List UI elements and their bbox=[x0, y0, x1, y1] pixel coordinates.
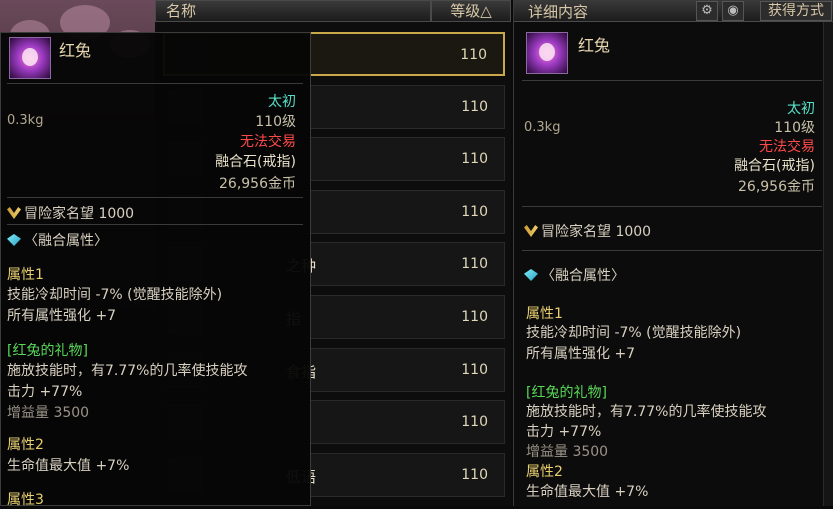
item-price: 26,956金币 bbox=[219, 176, 296, 192]
item-weight: 0.3kg bbox=[524, 120, 561, 135]
divider bbox=[522, 80, 822, 81]
attr2-title: 属性2 bbox=[7, 437, 44, 453]
list-header: 名称 等级△ bbox=[155, 0, 511, 22]
acquire-method-button[interactable]: 获得方式 bbox=[760, 1, 832, 21]
attr2-title: 属性2 bbox=[526, 464, 563, 480]
item-icon bbox=[526, 32, 568, 74]
attr1-line1: 技能冷却时间 -7% (觉醒技能除外) bbox=[526, 325, 742, 341]
list-item-level: 110 bbox=[460, 47, 487, 63]
gem-icon bbox=[524, 269, 538, 281]
detail-panel: 详细内容 ⚙ ◉ 获得方式 红兔 0.3kg 太初 110级 无法交易 融合石(… bbox=[513, 0, 833, 506]
fame-row: 冒险家名望 1000 bbox=[7, 203, 134, 223]
gem-icon bbox=[7, 234, 21, 246]
column-header-level[interactable]: 等级△ bbox=[431, 0, 511, 22]
item-type: 融合石(戒指) bbox=[734, 158, 815, 174]
gift-line2: 击力 +77% bbox=[526, 424, 602, 440]
item-type: 融合石(戒指) bbox=[215, 154, 296, 170]
detail-title: 详细内容 bbox=[528, 3, 589, 21]
trade-status: 无法交易 bbox=[240, 134, 296, 150]
list-item-level: 110 bbox=[461, 414, 488, 431]
gift-line1: 施放技能时，有7.77%的几率使技能攻 bbox=[526, 404, 767, 420]
attr1-line2: 所有属性强化 +7 bbox=[7, 308, 117, 324]
eye-icon[interactable]: ◉ bbox=[722, 1, 744, 21]
divider bbox=[7, 83, 303, 84]
fame-row: 冒险家名望 1000 bbox=[524, 221, 651, 241]
detail-header: 详细内容 ⚙ ◉ 获得方式 bbox=[514, 0, 833, 22]
divider bbox=[7, 224, 303, 225]
detail-scrollbar[interactable] bbox=[823, 22, 833, 506]
item-rarity: 太初 bbox=[268, 94, 296, 110]
item-weight: 0.3kg bbox=[7, 113, 44, 128]
attr3-title: 属性3 bbox=[7, 492, 44, 508]
list-item-level: 110 bbox=[461, 98, 488, 115]
gift-line1: 施放技能时，有7.77%的几率使技能攻 bbox=[7, 363, 248, 379]
gear-icon[interactable]: ⚙ bbox=[696, 1, 718, 21]
attr2-line1: 生命值最大值 +7% bbox=[7, 458, 130, 474]
gift-line3: 增益量 3500 bbox=[7, 405, 90, 421]
list-item-level: 110 bbox=[461, 466, 488, 483]
wing-icon bbox=[524, 225, 538, 237]
trade-status: 无法交易 bbox=[759, 139, 815, 155]
list-item-level: 110 bbox=[461, 309, 488, 325]
list-item-level: 110 bbox=[461, 361, 488, 378]
divider bbox=[522, 206, 822, 207]
item-price: 26,956金币 bbox=[738, 179, 815, 195]
fusion-title: 〈融合属性〉 bbox=[524, 265, 625, 285]
attr1-title: 属性1 bbox=[7, 267, 44, 283]
item-rarity: 太初 bbox=[787, 101, 815, 117]
attr2-line1: 生命值最大值 +7% bbox=[526, 484, 649, 500]
list-item-level: 110 bbox=[461, 151, 488, 168]
column-header-name[interactable]: 名称 bbox=[155, 0, 431, 22]
gift-title: [红兔的礼物] bbox=[526, 385, 607, 401]
attr1-line2: 所有属性强化 +7 bbox=[526, 346, 636, 362]
list-item-level: 110 bbox=[461, 256, 488, 273]
gift-line2: 击力 +77% bbox=[7, 384, 83, 400]
list-item-level: 110 bbox=[461, 203, 488, 220]
gift-title: [红兔的礼物] bbox=[7, 343, 88, 359]
item-name: 红兔 bbox=[59, 41, 92, 60]
attr1-line1: 技能冷却时间 -7% (觉醒技能除外) bbox=[7, 287, 223, 303]
item-tooltip: 红兔 0.3kg 太初 110级 无法交易 融合石(戒指) 26,956金币 冒… bbox=[0, 32, 311, 508]
divider bbox=[7, 197, 303, 198]
item-level: 110级 bbox=[255, 114, 296, 130]
item-name: 红兔 bbox=[578, 36, 611, 55]
item-icon bbox=[9, 37, 51, 79]
wing-icon bbox=[7, 207, 21, 219]
item-level: 110级 bbox=[774, 120, 815, 136]
fusion-title: 〈融合属性〉 bbox=[7, 230, 108, 250]
gift-line3: 增益量 3500 bbox=[526, 444, 609, 460]
attr1-title: 属性1 bbox=[526, 306, 563, 322]
divider bbox=[522, 250, 822, 251]
